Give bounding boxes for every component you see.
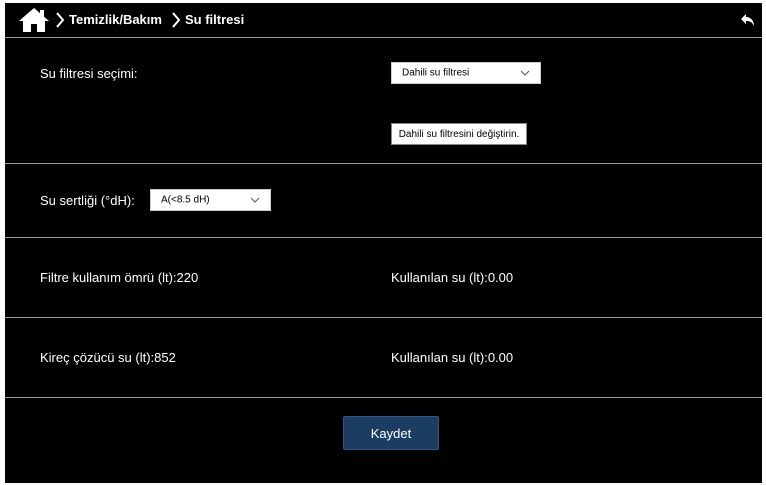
back-arrow-icon[interactable] — [740, 12, 756, 28]
breadcrumb-maintenance[interactable]: Temizlik/Bakım — [69, 11, 162, 29]
descaler-used-water-label: Kullanılan su (lt):0.00 — [391, 350, 514, 365]
chevron-right-icon — [56, 12, 65, 28]
water-hardness-label: Su sertliği (°dH): — [40, 193, 135, 208]
filter-type-value: Dahili su filtresi — [402, 67, 470, 79]
water-hardness-select[interactable]: A(<8.5 dH) — [150, 189, 271, 211]
chevron-down-icon — [520, 70, 530, 76]
water-filter-screen: Temizlik/Bakım Su filtresi Su filtresi s… — [5, 3, 762, 483]
filter-type-select[interactable]: Dahili su filtresi — [391, 62, 541, 84]
filter-used-water-label: Kullanılan su (lt):0.00 — [391, 270, 514, 285]
chevron-down-icon — [250, 197, 260, 203]
filter-selection-label: Su filtresi seçimi: — [40, 66, 138, 81]
filter-life-label: Filtre kullanım ömrü (lt):220 — [40, 270, 199, 285]
home-icon[interactable] — [18, 7, 50, 33]
breadcrumb-water-filter: Su filtresi — [185, 12, 245, 27]
chevron-right-icon — [172, 12, 181, 28]
header-bar: Temizlik/Bakım Su filtresi — [5, 3, 762, 38]
divider — [5, 397, 762, 398]
divider — [5, 237, 762, 238]
divider — [5, 163, 762, 164]
change-filter-button[interactable]: Dahili su filtresini değiştirin. — [391, 123, 527, 145]
save-button[interactable]: Kaydet — [343, 416, 439, 450]
water-hardness-value: A(<8.5 dH) — [161, 194, 210, 206]
divider — [5, 317, 762, 318]
descaler-water-label: Kireç çözücü su (lt):852 — [40, 350, 176, 365]
